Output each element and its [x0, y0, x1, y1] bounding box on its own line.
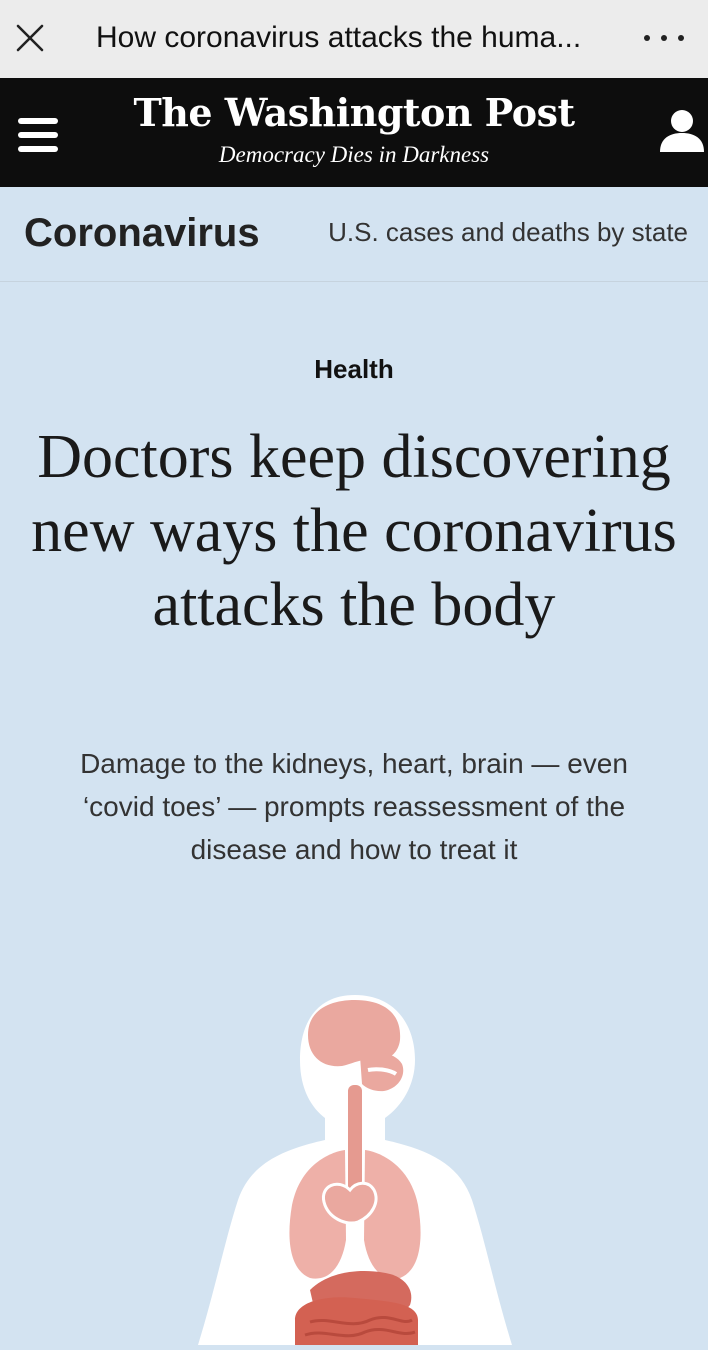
page-title: How coronavirus attacks the huma...	[96, 21, 582, 54]
more-options-icon[interactable]	[644, 24, 684, 52]
browser-toolbar: How coronavirus attacks the huma...	[0, 0, 708, 78]
article-dek: Damage to the kidneys, heart, brain — ev…	[80, 748, 628, 865]
user-account-icon[interactable]	[658, 106, 706, 154]
section-title[interactable]: Coronavirus	[24, 211, 260, 256]
logo[interactable]: The Washington Post	[0, 90, 708, 135]
section-link[interactable]: U.S. cases and deaths by state	[328, 217, 688, 248]
close-icon[interactable]	[14, 22, 46, 54]
section-nav: Coronavirus U.S. cases and deaths by sta…	[0, 187, 708, 282]
masthead: The Washington Post Democracy Dies in Da…	[0, 78, 708, 187]
article-headline: Doctors keep discovering new ways the co…	[31, 423, 677, 639]
tagline: Democracy Dies in Darkness	[218, 142, 490, 167]
article-kicker[interactable]: Health	[0, 354, 708, 385]
human-body-organs-illustration	[190, 990, 520, 1345]
